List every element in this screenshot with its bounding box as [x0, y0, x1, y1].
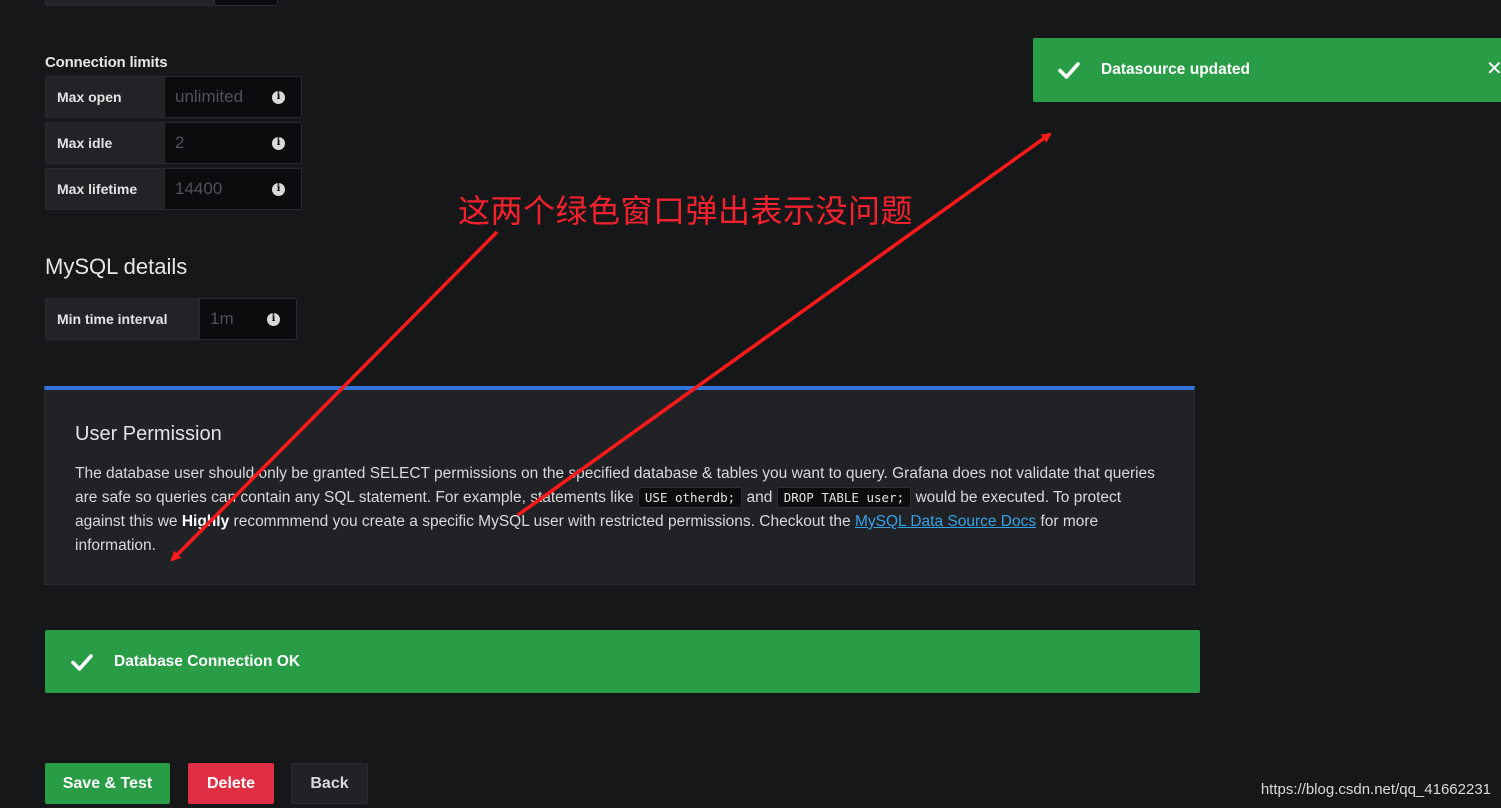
max-lifetime-label: Max lifetime [45, 168, 164, 210]
mysql-details-title: MySQL details [45, 254, 188, 279]
delete-button[interactable]: Delete [188, 763, 274, 804]
min-time-interval-row: Min time interval 1m i [45, 298, 297, 340]
info-icon[interactable]: i [272, 136, 285, 150]
min-time-interval-label: Min time interval [45, 298, 199, 340]
max-idle-label: Max idle [45, 122, 164, 164]
datasource-updated-text: Datasource updated [1101, 61, 1251, 78]
back-button[interactable]: Back [291, 763, 368, 804]
user-permission-panel: User Permission The database user should… [44, 386, 1195, 585]
max-idle-input[interactable]: 2 i [164, 122, 302, 164]
close-icon[interactable]: ✕ [1486, 59, 1501, 79]
watermark: https://blog.csdn.net/qq_41662231 [1260, 781, 1491, 798]
info-icon[interactable]: i [267, 312, 280, 326]
max-lifetime-placeholder: 14400 [175, 179, 223, 198]
code-snippet-use: USE otherdb; [637, 487, 743, 508]
max-lifetime-row: Max lifetime 14400 i [45, 168, 302, 210]
max-open-label: Max open [45, 76, 164, 118]
previous-field-label [45, 0, 215, 6]
permission-text-part: and [746, 489, 773, 506]
max-open-row: Max open unlimited i [45, 76, 302, 118]
db-connection-ok-text: Database Connection OK [114, 652, 301, 670]
check-icon [1058, 62, 1080, 79]
min-time-interval-input[interactable]: 1m i [199, 298, 297, 340]
max-idle-row: Max idle 2 i [45, 122, 302, 164]
max-open-placeholder: unlimited [175, 87, 244, 106]
max-open-input[interactable]: unlimited i [164, 76, 302, 118]
info-icon[interactable]: i [272, 182, 285, 196]
connection-limits-title: Connection limits [45, 54, 168, 71]
previous-field-input[interactable] [214, 0, 278, 6]
save-test-button[interactable]: Save & Test [45, 763, 170, 804]
permission-text-part: recommmend you create a specific MySQL u… [233, 513, 851, 530]
info-icon[interactable]: i [272, 90, 285, 104]
max-idle-placeholder: 2 [175, 133, 185, 152]
user-permission-text: The database user should only be granted… [75, 462, 1165, 558]
mysql-docs-link[interactable]: MySQL Data Source Docs [855, 513, 1036, 530]
max-lifetime-input[interactable]: 14400 i [164, 168, 302, 210]
datasource-updated-toast: Datasource updated [1033, 38, 1501, 102]
min-time-interval-placeholder: 1m [210, 309, 234, 328]
db-connection-ok-alert: Database Connection OK [45, 630, 1200, 693]
permission-emphasis: Highly [181, 513, 230, 530]
code-snippet-drop: DROP TABLE user; [776, 487, 912, 508]
user-permission-title: User Permission [75, 423, 222, 445]
check-icon [71, 653, 93, 671]
annotation-text: 这两个绿色窗口弹出表示没问题 [458, 192, 914, 230]
